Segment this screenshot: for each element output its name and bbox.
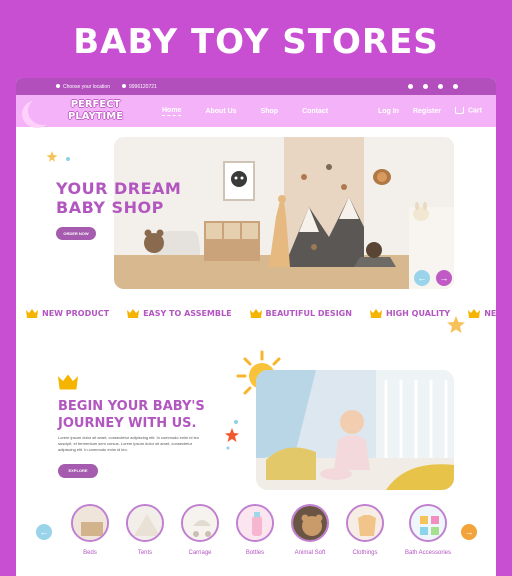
- brand-logo[interactable]: PERFECT PLAYTIME: [68, 99, 123, 123]
- feature-item: NEW PRODUCT: [26, 308, 110, 318]
- page-headline: BABY TOY STORES: [73, 22, 439, 62]
- crown-icon: [369, 308, 382, 318]
- features-marquee: NEW PRODUCT EASY TO ASSEMBLE BEAUTIFUL D…: [16, 306, 496, 320]
- category-image: [409, 504, 447, 542]
- category-label: Tents: [137, 550, 153, 556]
- crown-icon: [249, 308, 262, 318]
- category-image: [181, 504, 219, 542]
- order-now-button[interactable]: ORDER NOW: [56, 227, 96, 240]
- arrow-right-icon: →: [464, 527, 474, 537]
- brand-line1: PERFECT: [70, 99, 121, 110]
- category-label: Carriage: [188, 550, 212, 556]
- arrow-left-icon: ←: [417, 273, 427, 283]
- section2-title-line2: JOURNEY WITH US.: [58, 416, 197, 431]
- category-image: [126, 504, 164, 542]
- location-link[interactable]: Choose your location: [56, 83, 110, 90]
- cart-icon: [454, 107, 464, 115]
- youtube-icon[interactable]: [453, 84, 458, 89]
- feature-item: HIGH QUALITY: [369, 308, 451, 318]
- category-image: [346, 504, 384, 542]
- register-link[interactable]: Register: [413, 108, 441, 115]
- category-image: [291, 504, 329, 542]
- section2-body: Lorem ipsum dolor sit amet, consectetur …: [58, 435, 199, 452]
- section2-title-line1: BEGIN YOUR BABY'S: [58, 399, 205, 414]
- category-bottles[interactable]: Bottles: [233, 504, 277, 556]
- facebook-icon[interactable]: [408, 84, 413, 89]
- explore-button[interactable]: EXPLORE: [58, 464, 98, 478]
- browser-frame: Choose your location 9996120721 PERFECT …: [16, 78, 496, 576]
- baby-photo: [256, 370, 454, 490]
- feature-item: EASY TO ASSEMBLE: [127, 308, 232, 318]
- nav-home[interactable]: Home: [162, 107, 182, 116]
- category-animal-soft[interactable]: Animal Soft: [288, 504, 332, 556]
- category-next-button[interactable]: →: [461, 524, 477, 540]
- login-link[interactable]: Log In: [378, 108, 399, 115]
- feature-text: EASY TO ASSEMBLE: [143, 308, 232, 318]
- nav-shop[interactable]: Shop: [261, 108, 279, 115]
- feature-item: BEAUTIFUL DESIGN: [249, 308, 352, 318]
- phone-icon: [121, 83, 126, 88]
- category-tents[interactable]: Tents: [123, 504, 167, 556]
- nav-contact[interactable]: Contact: [302, 108, 328, 115]
- category-label: Clothings: [352, 550, 378, 556]
- phone-link[interactable]: 9996120721: [121, 83, 157, 90]
- main-nav: PERFECT PLAYTIME Home About Us Shop Cont…: [16, 95, 496, 127]
- moon-icon: [28, 97, 58, 125]
- section2-title: BEGIN YOUR BABY'S JOURNEY WITH US.: [58, 398, 205, 432]
- category-label: Beds: [83, 550, 97, 556]
- category-image: [236, 504, 274, 542]
- category-beds[interactable]: Beds: [68, 504, 112, 556]
- category-clothings[interactable]: Clothings: [343, 504, 387, 556]
- top-bar: Choose your location 9996120721: [16, 78, 496, 95]
- llama-icon: [413, 202, 429, 221]
- arrow-left-icon: ←: [39, 527, 49, 537]
- crown-icon: [127, 308, 140, 318]
- location-icon: [56, 83, 60, 88]
- arrow-right-icon: →: [439, 273, 449, 283]
- instagram-icon[interactable]: [438, 84, 443, 89]
- hero-title-line2: BABY SHOP: [56, 198, 164, 217]
- category-row: ← Beds Tents Carriage Bottles Animal Sof…: [16, 502, 496, 576]
- phone-text: 9996120721: [128, 83, 157, 90]
- location-text: Choose your location: [63, 83, 110, 90]
- feature-text: NEW PRODUCT: [42, 308, 110, 318]
- star-icon: [225, 420, 239, 450]
- crown-icon: [58, 374, 78, 390]
- category-image: [71, 504, 109, 542]
- category-carriage[interactable]: Carriage: [178, 504, 222, 556]
- crown-icon: [26, 308, 38, 318]
- category-prev-button[interactable]: ←: [36, 524, 52, 540]
- category-label: Bottles: [245, 550, 265, 556]
- feature-text: NEW P: [484, 308, 496, 318]
- brand-line2: PLAYTIME: [68, 111, 124, 122]
- sparkle-icon: [46, 151, 70, 162]
- hero-next-button[interactable]: →: [436, 270, 452, 286]
- hero-section: YOUR DREAM BABY SHOP ORDER NOW ← →: [16, 127, 496, 333]
- crown-icon: [468, 308, 481, 318]
- cart-label: Cart: [467, 107, 482, 115]
- feature-item: NEW P: [468, 308, 496, 318]
- feature-text: BEAUTIFUL DESIGN: [265, 308, 352, 318]
- hero-title-line1: YOUR DREAM: [56, 179, 182, 198]
- category-label: Animal Soft: [294, 550, 326, 556]
- hero-prev-button[interactable]: ←: [414, 270, 430, 286]
- category-label: Bath Accessories: [404, 550, 452, 556]
- twitter-icon[interactable]: [423, 84, 428, 89]
- category-bath-accessories[interactable]: Bath Accessories: [398, 504, 458, 556]
- hero-title: YOUR DREAM BABY SHOP: [56, 179, 181, 217]
- cart-link[interactable]: Cart: [454, 107, 482, 115]
- nav-about[interactable]: About Us: [205, 108, 236, 115]
- feature-text: HIGH QUALITY: [385, 308, 451, 318]
